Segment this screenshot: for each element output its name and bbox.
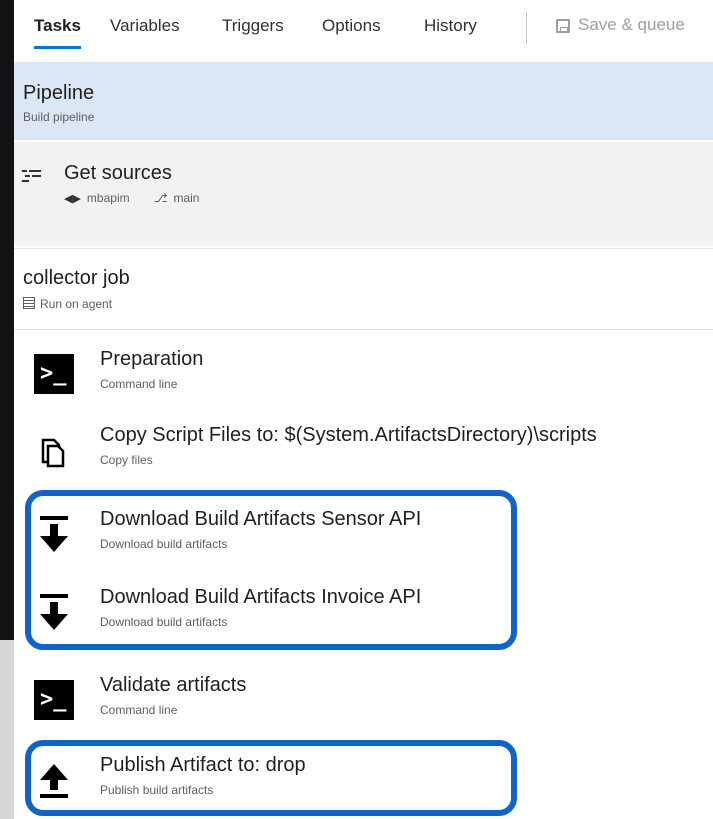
tab-tasks[interactable]: Tasks bbox=[34, 16, 81, 49]
pipeline-item[interactable]: Pipeline Build pipeline bbox=[14, 62, 713, 140]
tab-options[interactable]: Options bbox=[322, 16, 381, 36]
save-and-queue-button[interactable]: Save & queue bbox=[556, 15, 685, 35]
repository-icon: ◀▶ bbox=[64, 193, 81, 205]
task-preparation[interactable]: >_ Preparation Command line bbox=[14, 334, 713, 410]
command-line-icon: >_ bbox=[34, 354, 74, 394]
tab-history[interactable]: History bbox=[424, 16, 477, 36]
task-type: Download build artifacts bbox=[100, 537, 228, 551]
copy-files-icon bbox=[41, 438, 65, 468]
save-and-queue-label: Save & queue bbox=[578, 15, 685, 34]
upload-icon bbox=[40, 764, 68, 798]
agent-icon bbox=[23, 297, 35, 309]
task-name: Publish Artifact to: drop bbox=[100, 754, 306, 776]
task-name: Download Build Artifacts Sensor API bbox=[100, 508, 422, 530]
tab-bar: Tasks Variables Triggers Options History… bbox=[14, 0, 713, 58]
task-type: Copy files bbox=[100, 453, 153, 467]
task-type: Command line bbox=[100, 377, 178, 391]
job-title: collector job bbox=[23, 267, 130, 289]
agent-job-item[interactable]: collector job Run on agent bbox=[14, 248, 713, 330]
get-sources-item[interactable]: Get sources ◀▶ mbapim ⎇ main bbox=[14, 142, 713, 246]
branch-name: main bbox=[173, 191, 200, 205]
task-copy-script-files[interactable]: Copy Script Files to: $(System.Artifacts… bbox=[14, 410, 713, 486]
toolbar-divider bbox=[526, 12, 527, 44]
job-subtitle-text: Run on agent bbox=[40, 297, 113, 311]
command-line-icon: >_ bbox=[34, 680, 74, 720]
window-frame-left bbox=[0, 0, 14, 640]
get-sources-meta: ◀▶ mbapim ⎇ main bbox=[64, 191, 205, 205]
download-icon bbox=[40, 516, 68, 552]
task-publish-artifact[interactable]: Publish Artifact to: drop Publish build … bbox=[14, 740, 713, 816]
task-validate-artifacts[interactable]: >_ Validate artifacts Command line bbox=[14, 660, 713, 736]
job-subtitle: Run on agent bbox=[23, 297, 112, 311]
tab-variables[interactable]: Variables bbox=[110, 16, 180, 36]
tab-triggers[interactable]: Triggers bbox=[222, 16, 284, 36]
task-name: Validate artifacts bbox=[100, 674, 247, 696]
branch-icon: ⎇ bbox=[153, 191, 168, 205]
task-type: Download build artifacts bbox=[100, 615, 228, 629]
pipeline-editor-panel: Tasks Variables Triggers Options History… bbox=[14, 0, 713, 819]
get-sources-title: Get sources bbox=[64, 162, 172, 184]
task-name: Download Build Artifacts Invoice API bbox=[100, 586, 422, 608]
get-sources-icon bbox=[22, 170, 41, 182]
save-icon bbox=[556, 19, 570, 33]
download-icon bbox=[40, 594, 68, 630]
task-name: Copy Script Files to: $(System.Artifacts… bbox=[100, 424, 597, 446]
task-download-sensor-api[interactable]: Download Build Artifacts Sensor API Down… bbox=[14, 494, 713, 570]
task-type: Publish build artifacts bbox=[100, 783, 214, 797]
task-download-invoice-api[interactable]: Download Build Artifacts Invoice API Dow… bbox=[14, 572, 713, 648]
repository-name: mbapim bbox=[86, 191, 130, 205]
pipeline-title: Pipeline bbox=[23, 82, 95, 104]
task-type: Command line bbox=[100, 703, 178, 717]
task-name: Preparation bbox=[100, 348, 204, 370]
pipeline-subtitle: Build pipeline bbox=[23, 110, 95, 124]
